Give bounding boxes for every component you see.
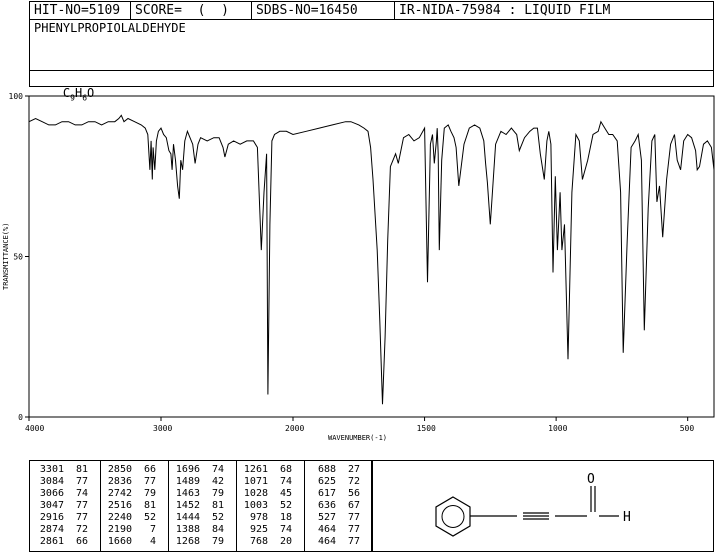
peak-transmittance: 52 (279, 500, 292, 511)
peak-wavenumber: 2916 (39, 512, 64, 523)
peak-wavenumber: 625 (317, 476, 336, 487)
peak-wavenumber: 527 (317, 512, 336, 523)
peak-transmittance: 18 (279, 512, 292, 523)
peak-wavenumber: 3047 (39, 500, 64, 511)
ir-spectrum-chart: 100500 4000 3000 2000 1500 1000 500 TRANSMITT… (2, 92, 715, 442)
peak-transmittance: 52 (143, 512, 156, 523)
x-tick-label: 4000 (25, 424, 44, 433)
hydrogen-label: H (623, 510, 631, 525)
structure-panel: O H (372, 460, 714, 552)
peak-transmittance: 72 (347, 476, 360, 487)
peak-transmittance: 77 (143, 476, 156, 487)
aromatic-circle (441, 505, 465, 528)
y-tick-label: 100 (9, 92, 24, 101)
peak-wavenumber: 688 (317, 464, 336, 475)
peak-wavenumber: 768 (249, 536, 268, 547)
x-tick-label: 1000 (548, 424, 567, 433)
peak-transmittance: 45 (279, 488, 292, 499)
peak-wavenumber: 1660 (107, 536, 132, 547)
peak-transmittance: 42 (211, 476, 224, 487)
peak-transmittance: 77 (347, 524, 360, 535)
peak-transmittance: 79 (143, 488, 156, 499)
peak-transmittance: 66 (75, 536, 88, 547)
peak-transmittance: 74 (279, 476, 292, 487)
peak-column-divider (304, 461, 305, 551)
peak-transmittance: 27 (347, 464, 360, 475)
peak-wavenumber: 1071 (243, 476, 268, 487)
peak-wavenumber: 2516 (107, 500, 132, 511)
peak-transmittance: 67 (347, 500, 360, 511)
benzene-ring (435, 496, 471, 537)
x-axis: 4000 3000 2000 1500 1000 500 (25, 417, 694, 433)
y-axis: 100 50 0 (9, 92, 29, 422)
y-tick-label: 50 (13, 253, 23, 262)
peak-transmittance: 81 (75, 464, 88, 475)
peak-wavenumber: 2874 (39, 524, 64, 535)
peak-transmittance: 4 (149, 536, 156, 547)
peak-transmittance: 66 (143, 464, 156, 475)
peak-wavenumber: 925 (249, 524, 268, 535)
peak-wavenumber: 636 (317, 500, 336, 511)
peak-wavenumber: 2850 (107, 464, 132, 475)
peak-transmittance: 81 (211, 500, 224, 511)
peak-table: 3301 81 3084 77 3066 74 3047 77 2916 77 2874 72 2861… (29, 460, 372, 552)
peak-wavenumber: 464 (317, 536, 336, 547)
peak-transmittance: 52 (211, 512, 224, 523)
x-tick-label: 1500 (417, 424, 436, 433)
peak-transmittance: 20 (279, 536, 292, 547)
x-tick-label: 3000 (153, 424, 172, 433)
peak-wavenumber: 2861 (39, 536, 64, 547)
peak-transmittance: 74 (279, 524, 292, 535)
peak-transmittance: 77 (75, 500, 88, 511)
peak-wavenumber: 1489 (175, 476, 200, 487)
peak-transmittance: 56 (347, 488, 360, 499)
y-tick-label: 0 (18, 413, 23, 422)
x-axis-label: WAVENUMBER(-1) (328, 434, 387, 442)
plot-frame (28, 95, 715, 418)
peak-transmittance: 81 (143, 500, 156, 511)
peak-column-divider (100, 461, 101, 551)
x-tick-label: 500 (680, 424, 695, 433)
peak-wavenumber: 1388 (175, 524, 200, 535)
peak-wavenumber: 3084 (39, 476, 64, 487)
peak-wavenumber: 2742 (107, 488, 132, 499)
peak-transmittance: 74 (75, 488, 88, 499)
peak-transmittance: 77 (75, 512, 88, 523)
x-tick-label: 2000 (285, 424, 304, 433)
peak-wavenumber: 2836 (107, 476, 132, 487)
y-axis-label: TRANSMITTANCE(%) (2, 223, 10, 290)
peak-wavenumber: 1003 (243, 500, 268, 511)
peak-wavenumber: 1444 (175, 512, 200, 523)
peak-transmittance: 77 (75, 476, 88, 487)
peak-transmittance: 74 (211, 464, 224, 475)
peak-wavenumber: 1268 (175, 536, 200, 547)
peak-column-divider (236, 461, 237, 551)
peak-wavenumber: 1463 (175, 488, 200, 499)
peak-transmittance: 7 (149, 524, 156, 535)
peak-wavenumber: 3301 (39, 464, 64, 475)
peak-wavenumber: 2190 (107, 524, 132, 535)
spectrum-line (28, 114, 715, 405)
peak-transmittance: 84 (211, 524, 224, 535)
peak-transmittance: 77 (347, 512, 360, 523)
peak-wavenumber: 617 (317, 488, 336, 499)
peak-wavenumber: 1028 (243, 488, 268, 499)
peak-transmittance: 79 (211, 536, 224, 547)
peak-column-divider (168, 461, 169, 551)
peak-wavenumber: 1261 (243, 464, 268, 475)
peak-wavenumber: 1696 (175, 464, 200, 475)
peak-transmittance: 72 (75, 524, 88, 535)
peak-transmittance: 68 (279, 464, 292, 475)
peak-transmittance: 77 (347, 536, 360, 547)
peak-wavenumber: 2240 (107, 512, 132, 523)
peak-transmittance: 79 (211, 488, 224, 499)
peak-wavenumber: 3066 (39, 488, 64, 499)
peak-wavenumber: 464 (317, 524, 336, 535)
peak-wavenumber: 978 (249, 512, 268, 523)
oxygen-label: O (587, 472, 595, 487)
molecule-structure: O H (435, 472, 631, 537)
peak-wavenumber: 1452 (175, 500, 200, 511)
